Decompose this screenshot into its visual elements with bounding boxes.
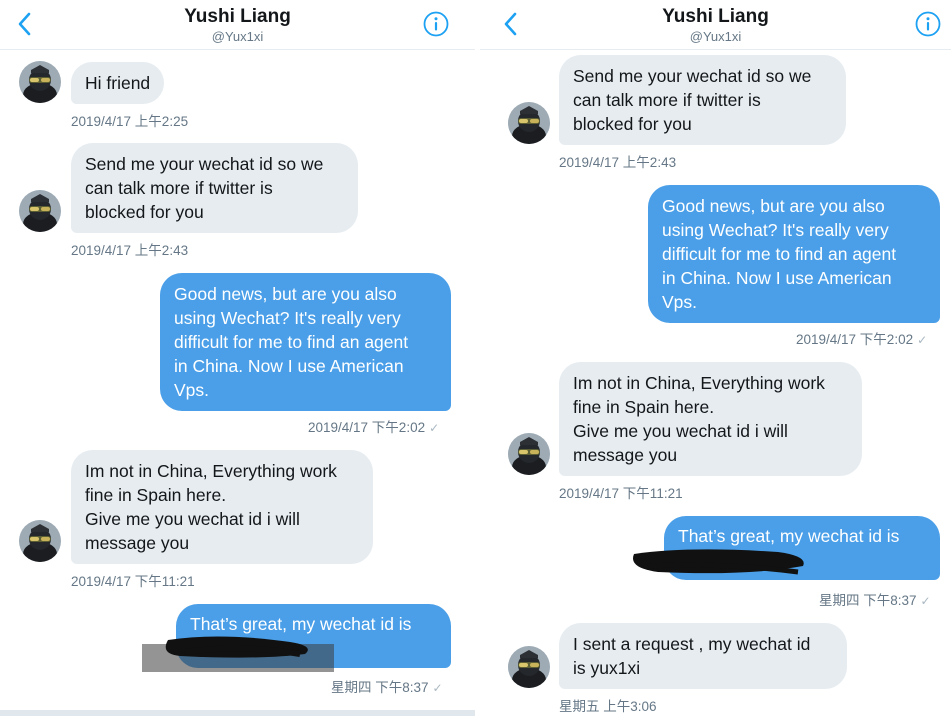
avatar-icon[interactable] xyxy=(19,520,61,562)
message-timestamp: 星期四 下午8:37 xyxy=(331,680,429,695)
message-bubble[interactable]: Hi friend xyxy=(71,62,165,104)
redaction-mark xyxy=(633,549,804,575)
conversation-title[interactable]: Yushi Liang xyxy=(480,6,951,28)
message-timestamp: 2019/4/17 下午11:21 xyxy=(71,574,195,589)
message-timestamp-row: 星期四 下午8:37 ✓ xyxy=(819,589,931,609)
message-bubble[interactable]: Im not in China, Everything work fine in… xyxy=(71,450,373,564)
message-bubble[interactable]: Good news, but are you also using Wechat… xyxy=(160,273,451,411)
message-timestamp: 2019/4/17 上午2:43 xyxy=(559,155,677,170)
message-bubble[interactable]: Send me your wechat id so we can talk mo… xyxy=(71,143,358,233)
message-timestamp: 2019/4/17 下午11:21 xyxy=(559,486,683,501)
message-timestamp: 星期四 下午8:37 xyxy=(819,593,917,608)
conversation-header: Yushi Liang @Yux1xi xyxy=(480,0,951,50)
info-circle-icon[interactable] xyxy=(423,11,449,37)
message-timestamp: 2019/4/17 上午2:43 xyxy=(71,243,189,258)
checkmark-icon: ✓ xyxy=(429,421,440,435)
message-bubble[interactable]: I sent a request , my wechat id is yux1x… xyxy=(559,623,847,689)
message-bubble[interactable]: Good news, but are you also using Wechat… xyxy=(648,185,940,323)
message-timestamp: 2019/4/17 下午2:02 xyxy=(796,332,914,347)
message-timestamp: 2019/4/17 下午2:02 xyxy=(308,420,426,435)
checkmark-icon: ✓ xyxy=(917,333,928,347)
message-timestamp: 2019/4/17 上午2:25 xyxy=(71,114,189,129)
avatar-icon[interactable] xyxy=(508,102,550,144)
conversation-handle: @Yux1xi xyxy=(689,29,742,44)
conversation-title[interactable]: Yushi Liang xyxy=(0,6,475,28)
checkmark-icon: ✓ xyxy=(432,681,443,695)
conversation-panel-left: Yushi Liang @Yux1xi Hi friend 2019/4/17 … xyxy=(0,0,475,716)
conversation-panel-right: Yushi Liang @Yux1xi Send me your wechat … xyxy=(480,0,951,716)
message-timestamp-row: 星期四 下午8:37 ✓ xyxy=(331,676,443,696)
message-bubble[interactable]: Im not in China, Everything work fine in… xyxy=(559,362,862,476)
message-timestamp-row: 2019/4/17 下午2:02 ✓ xyxy=(308,416,439,436)
avatar-icon[interactable] xyxy=(508,646,550,688)
redaction-mark xyxy=(142,636,334,672)
message-bubble[interactable]: Send me your wechat id so we can talk mo… xyxy=(559,55,846,145)
message-timestamp: 星期五 上午3:06 xyxy=(559,699,657,714)
avatar-icon[interactable] xyxy=(19,190,61,232)
conversation-handle: @Yux1xi xyxy=(211,29,264,44)
checkmark-icon: ✓ xyxy=(920,594,931,608)
info-circle-icon[interactable] xyxy=(915,11,941,37)
avatar-icon[interactable] xyxy=(19,61,61,103)
bottom-bar xyxy=(0,710,475,716)
avatar-icon[interactable] xyxy=(508,433,550,475)
message-timestamp-row: 2019/4/17 下午2:02 ✓ xyxy=(796,328,927,348)
conversation-header: Yushi Liang @Yux1xi xyxy=(0,0,475,50)
